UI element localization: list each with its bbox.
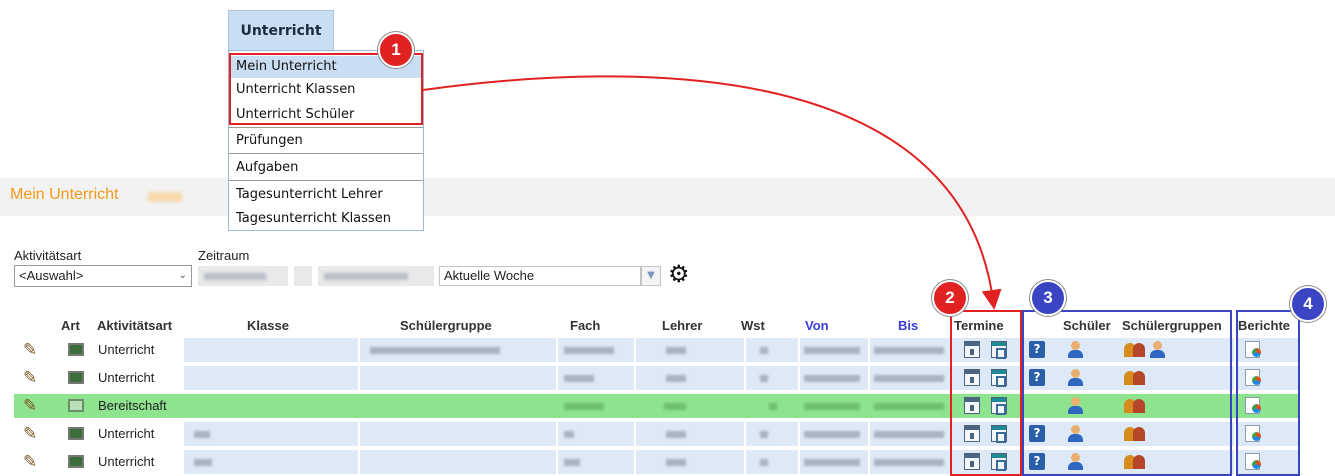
annotation-arrow (422, 75, 1002, 310)
annotation-badge-2: 2 (932, 280, 968, 316)
annotation-badge-1: 1 (378, 32, 414, 68)
annotation-badge-4: 4 (1290, 286, 1326, 322)
annotation-badge-3: 3 (1030, 280, 1066, 316)
